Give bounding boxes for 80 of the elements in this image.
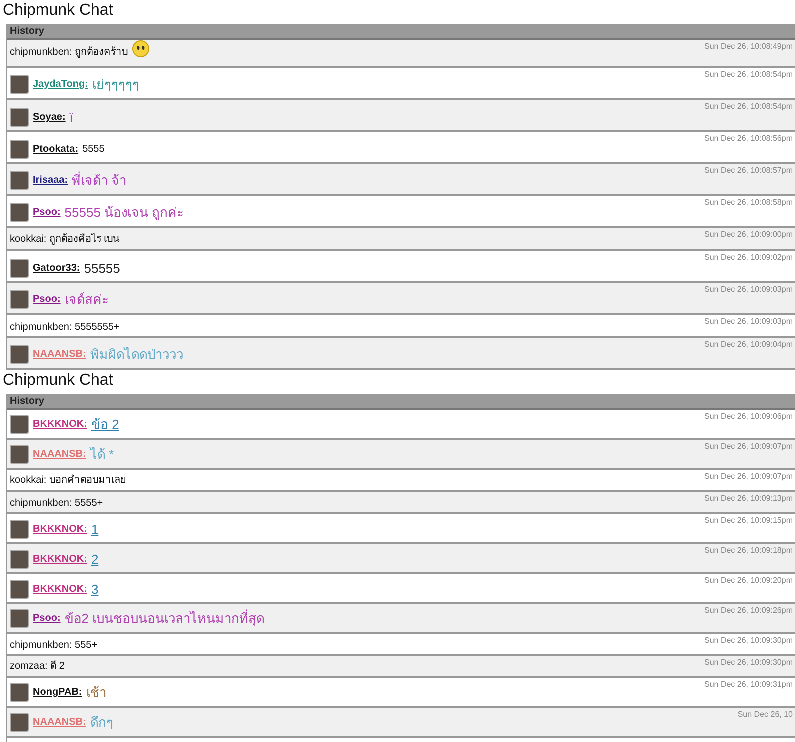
chat-message: chipmunkben: 5555555+	[10, 322, 120, 333]
chat-message: พี่เจด้า จ้า	[72, 170, 127, 190]
timestamp: Sun Dec 26, 10:09:30pm	[704, 636, 793, 645]
timestamp: Sun Dec 26, 10:09:02pm	[704, 253, 793, 262]
timestamp: Sun Dec 26, 10:08:57pm	[704, 166, 793, 175]
timestamp: Sun Dec 26, 10:08:49pm	[704, 42, 793, 51]
username-link[interactable]: Gatoor33:	[33, 263, 80, 274]
user-avatar	[10, 445, 29, 464]
user-avatar	[10, 75, 29, 94]
chat-message: เจด์สค่ะ	[64, 291, 109, 309]
user-avatar	[10, 580, 29, 599]
user-avatar	[10, 609, 29, 628]
timestamp: Sun Dec 26, 10:08:54pm	[704, 70, 793, 79]
smiley-icon	[132, 40, 150, 58]
user-avatar	[10, 171, 29, 190]
user-avatar	[10, 108, 29, 127]
chat-message: ได้ *	[90, 446, 114, 464]
timestamp: Sun Dec 26, 10:09:20pm	[704, 576, 793, 585]
username-link[interactable]: Irisaaa:	[33, 175, 68, 186]
timestamp: Sun Dec 26, 10:09:07pm	[704, 472, 793, 481]
user-avatar	[10, 345, 29, 364]
chat-message: chipmunkben: 5555+	[10, 498, 104, 509]
chat-message: 55555	[84, 261, 120, 276]
timestamp: Sun Dec 26, 10:08:58pm	[704, 198, 793, 207]
username-link[interactable]: BKKKNOK:	[33, 419, 88, 430]
chat-message: 55555 น้องเจน ถูกค่ะ	[64, 204, 184, 222]
timestamp: Sun Dec 26, 10:09:06pm	[704, 412, 793, 421]
chat-message: kookkai: บอกคำตอบมาเลย	[10, 474, 126, 487]
chat-message: zomzaa: ดี 2	[10, 660, 65, 673]
chat-message: ข้อ2 เบนชอบนอนเวลาไหนมากที่สุด	[64, 608, 265, 628]
username-link[interactable]: BKKKNOK:	[33, 524, 88, 535]
username-link[interactable]: Soyae:	[33, 112, 66, 123]
timestamp: Sun Dec 26, 10:09:15pm	[704, 516, 793, 525]
chat-message: ดึกๆ	[90, 714, 114, 732]
timestamp: Sun Dec 26, 10:09:04pm	[704, 340, 793, 349]
timestamp: Sun Dec 26, 10:09:00pm	[704, 230, 793, 239]
timestamp: Sun Dec 26, 10:09:31pm	[704, 680, 793, 689]
chat-message: ï	[70, 110, 74, 125]
user-avatar	[10, 520, 29, 539]
chat-message: kookkai: ถูกต้องคือไร เบน	[10, 232, 120, 246]
chat-message: 3	[91, 582, 99, 597]
username-link[interactable]: JaydaTong:	[33, 79, 88, 90]
user-avatar	[10, 713, 29, 732]
chat-message: พิมผิดไดดป่าววว	[90, 346, 184, 364]
history-header: History	[7, 394, 795, 410]
history-header: History	[7, 24, 795, 40]
timestamp: Sun Dec 26, 10:08:56pm	[704, 134, 793, 143]
user-avatar	[10, 203, 29, 222]
chat-message: เช้า	[86, 684, 106, 702]
user-avatar	[10, 683, 29, 702]
user-avatar	[10, 259, 29, 278]
timestamp: Sun Dec 26, 10:09:03pm	[704, 285, 793, 294]
username-link[interactable]: Psoo:	[33, 294, 61, 305]
user-avatar	[10, 290, 29, 309]
chat-message: 2	[91, 552, 99, 567]
timestamp: Sun Dec 26, 10:09:13pm	[704, 494, 793, 503]
user-avatar	[10, 140, 29, 159]
timestamp: Sun Dec 26, 10:08:54pm	[704, 102, 793, 111]
timestamp: Sun Dec 26, 10:09:30pm	[704, 658, 793, 667]
user-avatar	[10, 415, 29, 434]
chat-message: ข้อ 2	[91, 416, 120, 434]
username-link[interactable]: Psoo:	[33, 207, 61, 218]
chat-title: Chipmunk Chat	[2, 371, 114, 391]
username-link[interactable]: BKKKNOK:	[33, 554, 88, 565]
chat-message: 5555	[82, 144, 105, 155]
chat-title: Chipmunk Chat	[2, 1, 114, 21]
timestamp: Sun Dec 26, 10:09:26pm	[704, 606, 793, 615]
username-link[interactable]: Psoo:	[33, 613, 61, 624]
user-avatar	[10, 550, 29, 569]
timestamp: Sun Dec 26, 10:09:03pm	[704, 317, 793, 326]
username-link[interactable]: BKKKNOK:	[33, 584, 88, 595]
username-link[interactable]: Ptookata:	[33, 144, 79, 155]
chat-message: chipmunkben: ถูกต้องคร้าบ	[10, 46, 128, 59]
chat-message: 1	[91, 522, 99, 537]
timestamp: Sun Dec 26, 10:09:18pm	[704, 546, 793, 555]
username-link[interactable]: NongPAB:	[33, 687, 82, 698]
chat-message: chipmunkben: 555+	[10, 640, 98, 651]
chat-message: เย่ๆๆๆๆๆ	[92, 76, 140, 94]
timestamp: Sun Dec 26, 10:09:07pm	[704, 442, 793, 451]
timestamp: Sun Dec 26, 10	[738, 710, 793, 719]
